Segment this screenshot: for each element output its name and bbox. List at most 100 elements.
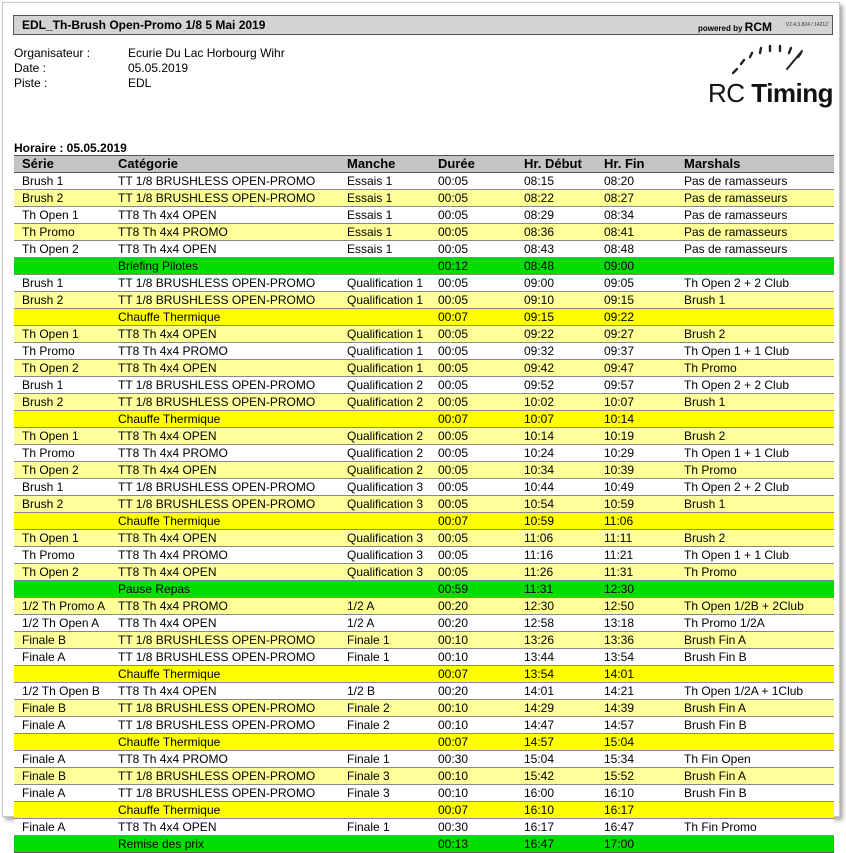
duree-cell: 00:05	[430, 274, 516, 292]
fin-cell: 14:21	[596, 682, 676, 700]
manche-cell: Finale 1	[339, 818, 430, 836]
table-header-row: Série Catégorie Manche Durée Hr. Début H…	[14, 155, 834, 173]
manche-cell: Finale 1	[339, 631, 430, 649]
categorie-cell: Briefing Pilotes	[110, 257, 339, 275]
fin-cell: 08:41	[596, 223, 676, 241]
duree-cell: 00:05	[430, 427, 516, 445]
categorie-cell: Chauffe Thermique	[110, 665, 339, 683]
manche-cell	[339, 733, 430, 751]
info-track: Piste : EDL	[14, 76, 151, 90]
fin-cell: 08:34	[596, 206, 676, 224]
serie-cell: Th Open 2	[14, 563, 110, 581]
duree-cell: 00:20	[430, 597, 516, 615]
duree-cell: 00:05	[430, 546, 516, 564]
table-row: Chauffe Thermique 00:07 10:59 11:06	[14, 512, 834, 530]
marshals-cell: Th Promo	[676, 461, 834, 479]
serie-cell: Th Open 1	[14, 325, 110, 343]
manche-cell: Finale 3	[339, 784, 430, 802]
manche-cell: Qualification 3	[339, 495, 430, 513]
categorie-cell: TT8 Th 4x4 PROMO	[110, 546, 339, 564]
debut-cell: 13:44	[516, 648, 596, 666]
manche-cell: Qualification 3	[339, 546, 430, 564]
serie-cell: Th Open 1	[14, 206, 110, 224]
marshals-cell: Brush Fin B	[676, 716, 834, 734]
marshals-cell: Brush 2	[676, 427, 834, 445]
categorie-cell: Chauffe Thermique	[110, 308, 339, 326]
duree-cell: 00:10	[430, 631, 516, 649]
table-row: Th Open 1 TT8 Th 4x4 OPEN Qualification 10…	[14, 325, 834, 343]
table-row: Th Open 2 TT8 Th 4x4 OPEN Qualification 20…	[14, 461, 834, 479]
manche-cell: Qualification 2	[339, 393, 430, 411]
table-row: Brush 2 TT 1/8 BRUSHLESS OPEN-PROMO Qualif…	[14, 291, 834, 309]
info-label: Piste :	[14, 76, 48, 90]
categorie-cell: TT 1/8 BRUSHLESS OPEN-PROMO	[110, 495, 339, 513]
debut-cell: 12:30	[516, 597, 596, 615]
debut-cell: 13:54	[516, 665, 596, 683]
debut-cell: 13:26	[516, 631, 596, 649]
powered-by: powered by RCM	[698, 20, 772, 34]
debut-cell: 14:57	[516, 733, 596, 751]
categorie-cell: TT 1/8 BRUSHLESS OPEN-PROMO	[110, 648, 339, 666]
manche-cell: Qualification 1	[339, 342, 430, 360]
duree-cell: 00:10	[430, 699, 516, 717]
marshals-cell	[676, 801, 834, 819]
table-row: Th Open 2 TT8 Th 4x4 OPEN Qualification 30…	[14, 563, 834, 581]
marshals-cell	[676, 733, 834, 751]
table-row: Brush 1 TT 1/8 BRUSHLESS OPEN-PROMO Qualif…	[14, 274, 834, 292]
duree-cell: 00:20	[430, 682, 516, 700]
manche-cell	[339, 801, 430, 819]
fin-cell: 11:21	[596, 546, 676, 564]
brand-name: RCM	[744, 20, 772, 34]
table-row: Brush 2 TT 1/8 BRUSHLESS OPEN-PROMO Essais…	[14, 189, 834, 207]
categorie-cell: TT8 Th 4x4 PROMO	[110, 750, 339, 768]
serie-cell: Brush 2	[14, 291, 110, 309]
table-row: Th Promo TT8 Th 4x4 PROMO Qualification 10…	[14, 342, 834, 360]
info-value: EDL	[128, 76, 152, 90]
fin-cell: 13:54	[596, 648, 676, 666]
serie-cell: Th Open 2	[14, 359, 110, 377]
debut-cell: 10:59	[516, 512, 596, 530]
duree-cell: 00:05	[430, 223, 516, 241]
manche-cell: Essais 1	[339, 172, 430, 190]
categorie-cell: TT8 Th 4x4 PROMO	[110, 223, 339, 241]
manche-cell: Finale 2	[339, 699, 430, 717]
marshals-cell: Th Fin Open	[676, 750, 834, 768]
logo-text-timing: Timing	[751, 78, 834, 108]
marshals-cell: Brush 2	[676, 529, 834, 547]
manche-cell: Qualification 1	[339, 274, 430, 292]
serie-cell	[14, 665, 110, 683]
manche-cell: Essais 1	[339, 223, 430, 241]
marshals-cell: Brush Fin B	[676, 784, 834, 802]
duree-cell: 00:07	[430, 801, 516, 819]
manche-cell: 1/2 A	[339, 614, 430, 632]
schedule-rows: Brush 1 TT 1/8 BRUSHLESS OPEN-PROMO Essais…	[14, 172, 834, 853]
table-row: Finale A TT 1/8 BRUSHLESS OPEN-PROMO Final…	[14, 784, 834, 802]
categorie-cell: TT8 Th 4x4 OPEN	[110, 818, 339, 836]
duree-cell: 00:10	[430, 784, 516, 802]
manche-cell	[339, 665, 430, 683]
fin-cell: 09:47	[596, 359, 676, 377]
serie-cell: Finale A	[14, 750, 110, 768]
rc-timing-logo: RC Timing	[707, 43, 834, 111]
info-label: Organisateur :	[14, 46, 91, 60]
debut-cell: 08:36	[516, 223, 596, 241]
fin-cell: 09:27	[596, 325, 676, 343]
categorie-cell: TT 1/8 BRUSHLESS OPEN-PROMO	[110, 189, 339, 207]
debut-cell: 16:00	[516, 784, 596, 802]
categorie-cell: TT 1/8 BRUSHLESS OPEN-PROMO	[110, 478, 339, 496]
table-row: Finale A TT 1/8 BRUSHLESS OPEN-PROMO Final…	[14, 716, 834, 734]
schedule-heading: Horaire : 05.05.2019	[14, 141, 127, 155]
duree-cell: 00:05	[430, 478, 516, 496]
categorie-cell: TT8 Th 4x4 OPEN	[110, 614, 339, 632]
fin-cell: 09:00	[596, 257, 676, 275]
marshals-cell	[676, 835, 834, 853]
duree-cell: 00:10	[430, 767, 516, 785]
manche-cell: Qualification 1	[339, 325, 430, 343]
manche-cell: Finale 3	[339, 767, 430, 785]
manche-cell: Essais 1	[339, 189, 430, 207]
manche-cell	[339, 835, 430, 853]
powered-by-text: powered by	[697, 24, 743, 33]
table-row: Chauffe Thermique 00:07 09:15 09:22	[14, 308, 834, 326]
serie-cell	[14, 410, 110, 428]
categorie-cell: TT 1/8 BRUSHLESS OPEN-PROMO	[110, 172, 339, 190]
